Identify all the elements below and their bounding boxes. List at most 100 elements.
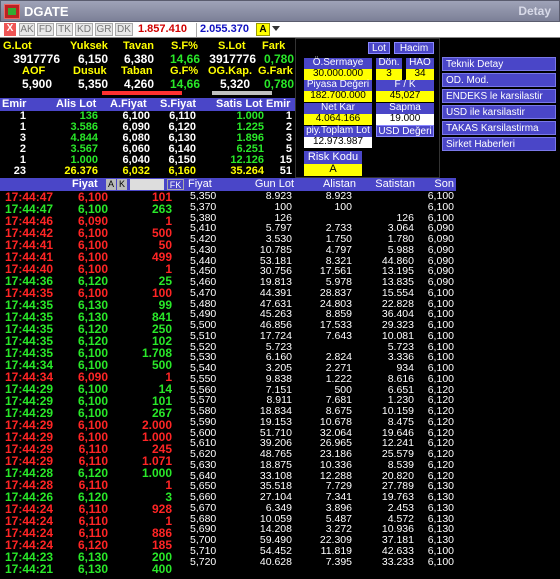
price-row[interactable]: 5,410 5.797 2.733 3.064 6,090 [186,223,456,234]
label-taban: Taban [121,65,153,77]
tab-kd[interactable]: KD [75,23,93,36]
range-bar-right [212,91,272,95]
price-cell: 18.875 [259,458,292,471]
menu-endeks-karsilastir[interactable]: ENDEKS le karsilastir [442,89,556,103]
price-row[interactable]: 5,370 100 100 6,100 [186,200,456,213]
price-row[interactable]: 5,660 27.104 7.341 19.763 6,130 [186,492,456,503]
price-row[interactable]: 5,570 8.911 7.681 1.230 6,120 [186,395,456,406]
lot-button[interactable]: Lot [368,42,390,54]
value-dusuk: 5,350 [77,77,108,91]
menu-usd-karsilastir[interactable]: USD ile karsilastir [442,105,556,119]
price-cell: 2.453 [387,501,414,514]
price-row[interactable]: 5,650 35.518 7.729 27.789 6,130 [186,481,456,492]
price-cell: 8.616 [387,372,414,385]
trade-row[interactable]: 17:44:21 6,130 400 [0,563,186,575]
trade-lot: 1.000 [141,466,172,480]
tab-ak[interactable]: AK [19,23,35,36]
price-cell: 15.554 [381,286,414,299]
price-row[interactable]: 5,530 6.160 2.824 3.336 6,100 [186,352,456,363]
price-cell: 6,100 [427,200,454,213]
price-row[interactable]: 5,670 6.349 3.896 2.453 6,130 [186,501,456,514]
price-row[interactable]: 5,640 33.108 12.288 20.820 6,120 [186,470,456,482]
depth-col-emir-buy: Emir [2,98,27,110]
trades-col-fiyat: Fiyat [72,178,98,190]
menu-teknik-detay[interactable]: Teknik Detay [442,57,556,71]
price-cell: 5,430 [190,243,217,256]
price-row[interactable]: 5,680 10.059 5.487 4.572 6,130 [186,513,456,525]
price-row[interactable]: 5,480 47.631 24.803 22.828 6,100 [186,298,456,310]
price-row[interactable]: 5,470 44.391 28.837 15.554 6,100 [186,286,456,299]
price-table[interactable]: 5,350 8.923 8.923 6,100 5,370 100 100 6,100 5,38… [186,191,456,579]
price-row[interactable]: 5,710 54.452 11.819 42.633 6,100 [186,544,456,557]
price-row[interactable]: 5,350 8.923 8.923 6,100 [186,191,456,202]
value-yuksek: 6,150 [77,52,108,66]
price-row[interactable]: 5,420 3.530 1.750 1.780 6,090 [186,234,456,245]
price-cell: 28.837 [319,286,352,299]
hacim-button[interactable]: Hacim [394,42,434,54]
app-icon [4,4,20,19]
price-cell: 8.539 [387,458,414,471]
range-bar [102,91,182,95]
dropdown-arrow-icon[interactable] [272,26,280,31]
price-row[interactable]: 5,590 19.153 10.678 8.475 6,120 [186,415,456,428]
usd-button[interactable]: USD Değeri [376,125,434,137]
price-header: Fiyat Gun Lot Alistan Satistan Son [186,178,456,191]
trade-price: 6,130 [77,562,108,576]
price-row[interactable]: 5,430 10.785 4.797 5.988 6,090 [186,243,456,256]
price-row[interactable]: 5,540 3.205 2.271 934 6,100 [186,363,456,374]
trade-lot: 500 [151,358,172,372]
price-row[interactable]: 5,500 46.856 17.533 29.323 6,100 [186,320,456,331]
fk-value: 45,027 [376,91,434,102]
tab-tk[interactable]: TK [56,23,73,36]
menu-takas-karsilastirma[interactable]: TAKAS Karsilastirma [442,121,556,135]
price-row[interactable]: 5,560 7.151 500 6.651 6,120 [186,384,456,396]
tab-fd[interactable]: FD [37,23,54,36]
value-slot: 3917776 [209,52,256,66]
price-row[interactable]: 5,630 18.875 10.336 8.539 6,120 [186,458,456,471]
value-sf: 14,66 [169,52,200,66]
trade-lot: 400 [151,562,172,576]
piyasa-value: 182.700.000 [304,91,372,102]
price-cell: 6,100 [427,555,454,568]
value-glot: 3917776 [13,52,60,66]
price-cell: 5,510 [190,329,217,342]
trades-a-button[interactable]: A [106,179,116,190]
price-cell: 40.628 [259,555,292,568]
empty-area [456,178,560,579]
price-cell: 17.724 [259,329,292,342]
tab-gr[interactable]: GR [95,23,113,36]
price-cell: 33.233 [381,555,414,568]
close-icon[interactable]: X [4,23,16,36]
depth-cell: 6,032 [122,165,150,177]
depth-cell: 26.376 [64,165,98,177]
trades-k-button[interactable]: K [117,179,127,190]
menu-od-mod[interactable]: OD. Mod. [442,73,556,87]
price-cell: 9.838 [265,372,292,385]
price-row[interactable]: 5,380 126 126 6,100 [186,212,456,224]
depth-row[interactable]: 23 26.376 6,032 6,160 35.264 51 [0,166,295,177]
price-row[interactable]: 5,720 40.628 7.395 33.233 6,100 [186,555,456,568]
price-row[interactable]: 5,520 5.723 5.723 6,100 [186,341,456,353]
price-row[interactable]: 5,450 30.756 17.561 13.195 6,090 [186,266,456,277]
trades-filter-field[interactable] [130,179,164,190]
a-button[interactable]: A [256,23,270,36]
trades-fk-button[interactable]: FK [167,179,184,190]
menu-sirket-haberleri[interactable]: Sirket Haberleri [442,137,556,151]
price-cell: 8.475 [387,415,414,428]
separator-strip [0,90,295,96]
tab-dk[interactable]: DK [115,23,133,36]
price-cell: 6,100 [427,286,454,299]
price-row[interactable]: 5,550 9.838 1.222 8.616 6,100 [186,372,456,385]
window-title: DGATE [24,4,69,19]
trade-time: 17:44:21 [5,562,54,576]
label-gf: G.F% [170,65,199,77]
price-cell: 10.336 [319,458,352,471]
price-cell: 6,100 [427,544,454,557]
price-cell: 100 [334,200,352,213]
label-slot: S.Lot [218,40,246,52]
price-cell: 6,130 [427,501,454,514]
trades-list[interactable]: 17:44:47 6,100 101 17:44:47 6,100 263 17:44:46… [0,191,186,579]
price-row[interactable]: 5,510 17.724 7.643 10.081 6,100 [186,329,456,342]
price-cell: 1.222 [325,372,352,385]
netkar-value: 4.064.166 [304,114,372,125]
